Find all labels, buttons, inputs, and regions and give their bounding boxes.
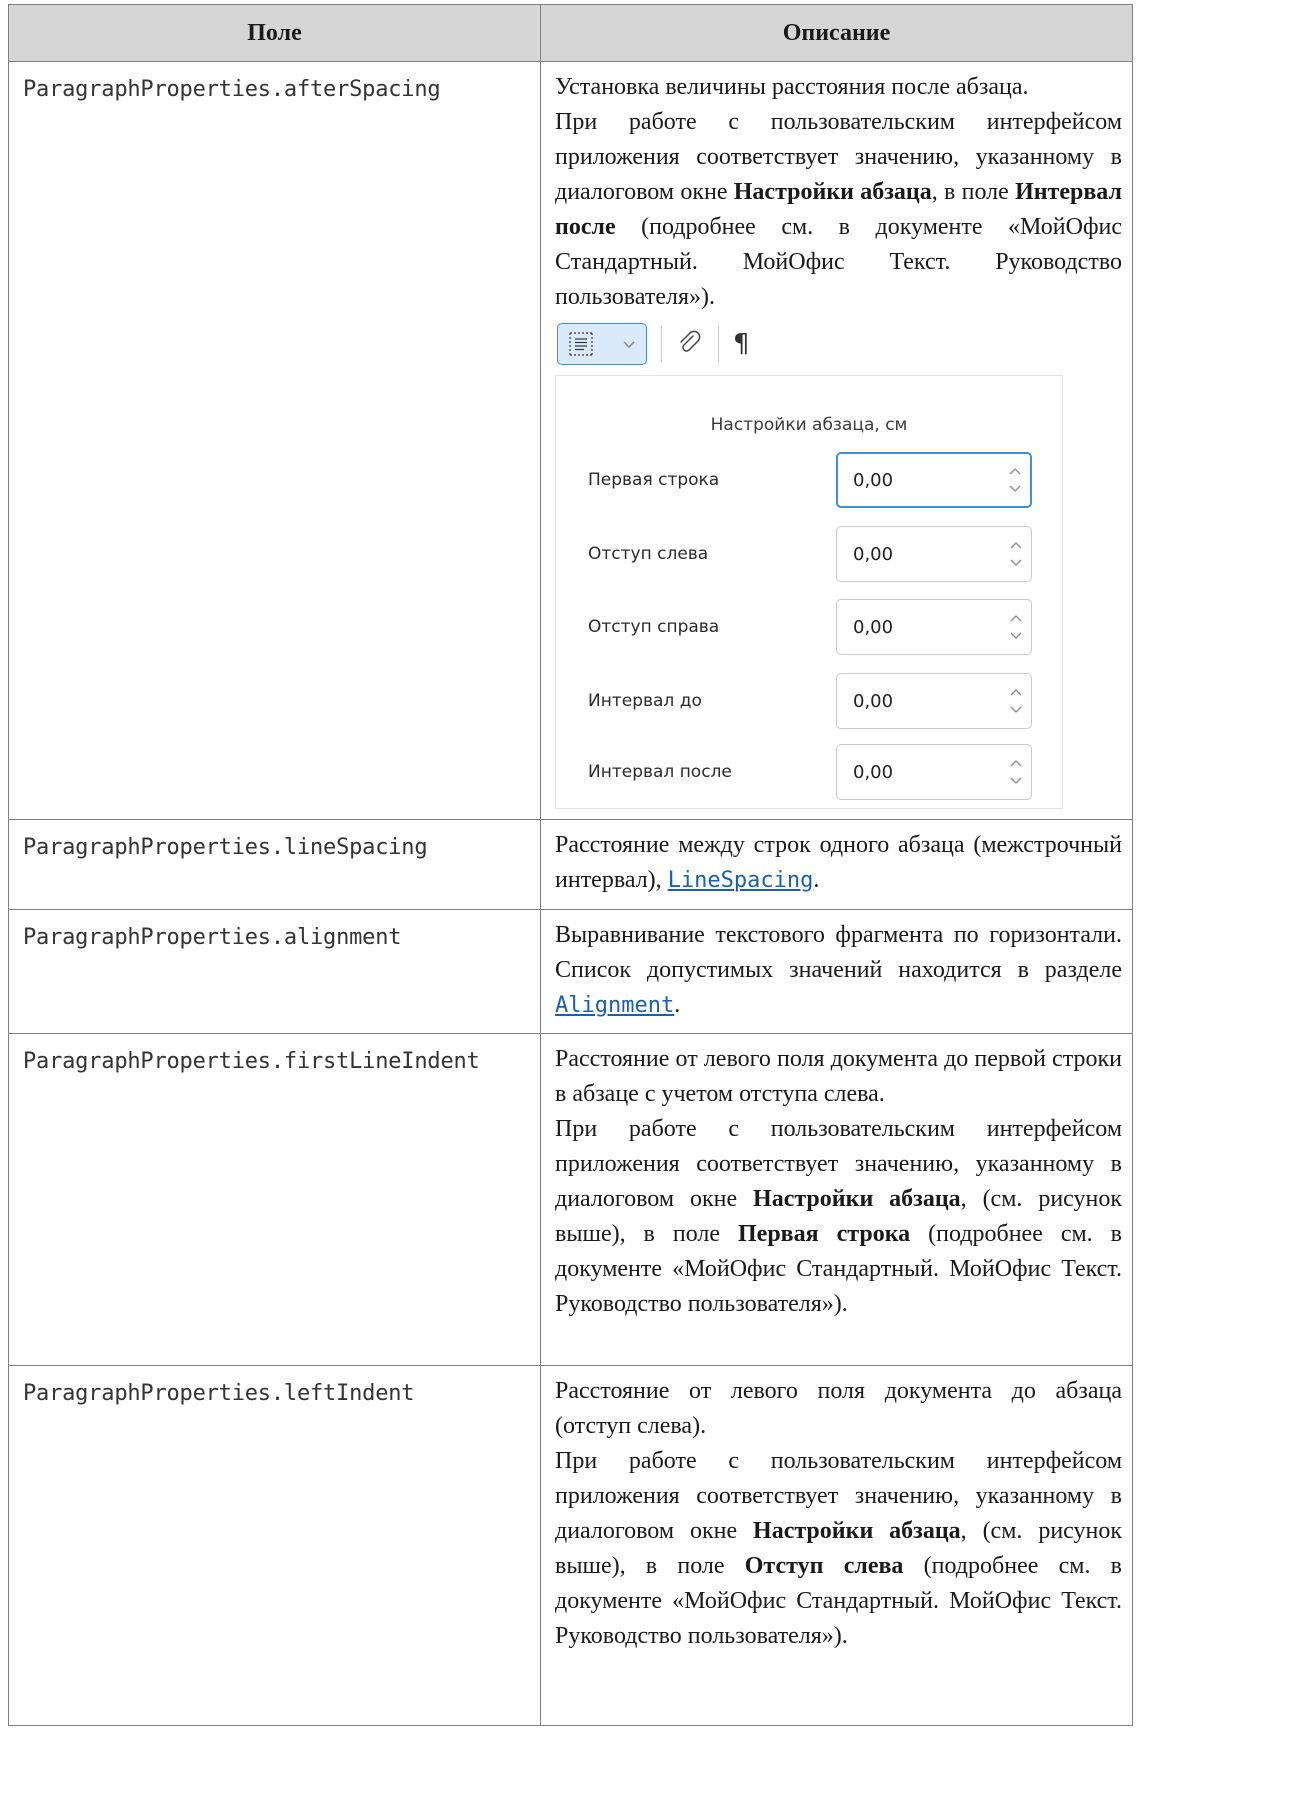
spacing-before-spinbox[interactable]: 0,00 bbox=[836, 673, 1032, 729]
spinbox-value: 0,00 bbox=[853, 543, 894, 565]
spinbox-value: 0,00 bbox=[853, 761, 894, 783]
left-indent-spinbox[interactable]: 0,00 bbox=[836, 526, 1032, 582]
link-icon[interactable] bbox=[676, 330, 704, 358]
description-text: Расстояние между строк одного абзаца (ме… bbox=[555, 832, 1122, 893]
description-text: Выравнивание текстового фрагмента по гор… bbox=[555, 922, 1122, 983]
spin-arrows-icon[interactable] bbox=[1009, 686, 1023, 716]
table-row: ParagraphProperties.lineSpacing Расстоян… bbox=[8, 819, 1133, 910]
ui-term: Первая строка bbox=[738, 1221, 911, 1247]
setting-row-spacing-before: Интервал до 0,00 bbox=[588, 673, 1032, 729]
paragraph-settings-button[interactable] bbox=[557, 323, 647, 365]
field-description: Расстояние от левого поля документа до а… bbox=[540, 1365, 1133, 1726]
description-paragraph: Расстояние от левого поля документа до а… bbox=[555, 1378, 1122, 1439]
setting-label: Первая строка bbox=[588, 469, 720, 490]
setting-label: Интервал до bbox=[588, 690, 702, 711]
table-header-row: Поле Описание bbox=[8, 4, 1133, 62]
properties-table: Поле Описание ParagraphProperties.afterS… bbox=[8, 4, 1133, 1726]
setting-row-right-indent: Отступ справа 0,00 bbox=[588, 599, 1032, 655]
field-description: Расстояние между строк одного абзаца (ме… bbox=[540, 819, 1133, 910]
paragraph-settings-panel: Настройки абзаца, см Первая строка 0,00 … bbox=[555, 375, 1063, 809]
table-row: ParagraphProperties.afterSpacing Установ… bbox=[8, 61, 1133, 820]
ui-term: Настройки абзаца bbox=[733, 179, 932, 205]
description-paragraph: Установка величины расстояния после абза… bbox=[555, 74, 1029, 100]
toolbar-divider bbox=[718, 326, 719, 362]
setting-label: Отступ справа bbox=[588, 616, 720, 637]
spinbox-value: 0,00 bbox=[853, 469, 894, 491]
setting-row-left-indent: Отступ слева 0,00 bbox=[588, 526, 1032, 582]
setting-row-first-line: Первая строка 0,00 bbox=[588, 452, 1032, 508]
ui-term: Настройки абзаца bbox=[753, 1518, 961, 1544]
field-name: ParagraphProperties.afterSpacing bbox=[8, 61, 541, 820]
ui-term: Отступ слева bbox=[744, 1553, 904, 1579]
description-paragraph: При работе с пользовательским интерфейсо… bbox=[555, 1444, 1122, 1654]
paragraph-settings-icon bbox=[568, 331, 594, 357]
setting-row-spacing-after: Интервал после 0,00 bbox=[588, 744, 1032, 800]
column-header-description: Описание bbox=[540, 4, 1133, 62]
description-text: . bbox=[674, 992, 681, 1018]
setting-label: Интервал после bbox=[588, 761, 732, 782]
setting-label: Отступ слева bbox=[588, 543, 709, 564]
ui-term: Настройки абзаца bbox=[753, 1186, 961, 1212]
description-text: , в поле bbox=[931, 179, 1016, 205]
linespacing-link[interactable]: LineSpacing bbox=[668, 868, 814, 893]
description-paragraph: Расстояние между строк одного абзаца (ме… bbox=[555, 828, 1122, 898]
spin-arrows-icon[interactable] bbox=[1009, 612, 1023, 642]
field-name: ParagraphProperties.lineSpacing bbox=[8, 819, 541, 910]
field-description: Расстояние от левого поля документа до п… bbox=[540, 1033, 1133, 1366]
pilcrow-icon[interactable]: ¶ bbox=[733, 331, 750, 357]
table-row: ParagraphProperties.leftIndent Расстояни… bbox=[8, 1365, 1133, 1726]
spinbox-value: 0,00 bbox=[853, 616, 894, 638]
spin-arrows-icon[interactable] bbox=[1009, 757, 1023, 787]
right-indent-spinbox[interactable]: 0,00 bbox=[836, 599, 1032, 655]
description-paragraph: При работе с пользовательским интерфейсо… bbox=[555, 1112, 1122, 1322]
table-row: ParagraphProperties.firstLineIndent Расс… bbox=[8, 1033, 1133, 1366]
toolbar-screenshot: ¶ bbox=[557, 319, 1122, 369]
spacing-after-spinbox[interactable]: 0,00 bbox=[836, 744, 1032, 800]
field-name: ParagraphProperties.alignment bbox=[8, 909, 541, 1034]
description-paragraph: При работе с пользовательским интерфейсо… bbox=[555, 105, 1122, 315]
spinbox-value: 0,00 bbox=[853, 690, 894, 712]
description-text: (подробнее см. в документе «МойОфис Стан… bbox=[555, 214, 1122, 310]
chevron-down-icon bbox=[622, 339, 636, 349]
field-name: ParagraphProperties.firstLineIndent bbox=[8, 1033, 541, 1366]
panel-title: Настройки абзаца, см bbox=[710, 415, 908, 435]
field-description: Установка величины расстояния после абза… bbox=[540, 61, 1133, 820]
description-paragraph: Выравнивание текстового фрагмента по гор… bbox=[555, 918, 1122, 1023]
column-header-field: Поле bbox=[8, 4, 541, 62]
alignment-link[interactable]: Alignment bbox=[555, 993, 674, 1018]
description-text: . bbox=[813, 867, 820, 893]
spin-arrows-icon[interactable] bbox=[1008, 465, 1022, 495]
spin-arrows-icon[interactable] bbox=[1009, 539, 1023, 569]
table-row: ParagraphProperties.alignment Выравниван… bbox=[8, 909, 1133, 1034]
field-description: Выравнивание текстового фрагмента по гор… bbox=[540, 909, 1133, 1034]
first-line-spinbox[interactable]: 0,00 bbox=[836, 452, 1032, 508]
description-paragraph: Расстояние от левого поля документа до п… bbox=[555, 1046, 1122, 1107]
toolbar-divider bbox=[661, 326, 662, 362]
field-name: ParagraphProperties.leftIndent bbox=[8, 1365, 541, 1726]
